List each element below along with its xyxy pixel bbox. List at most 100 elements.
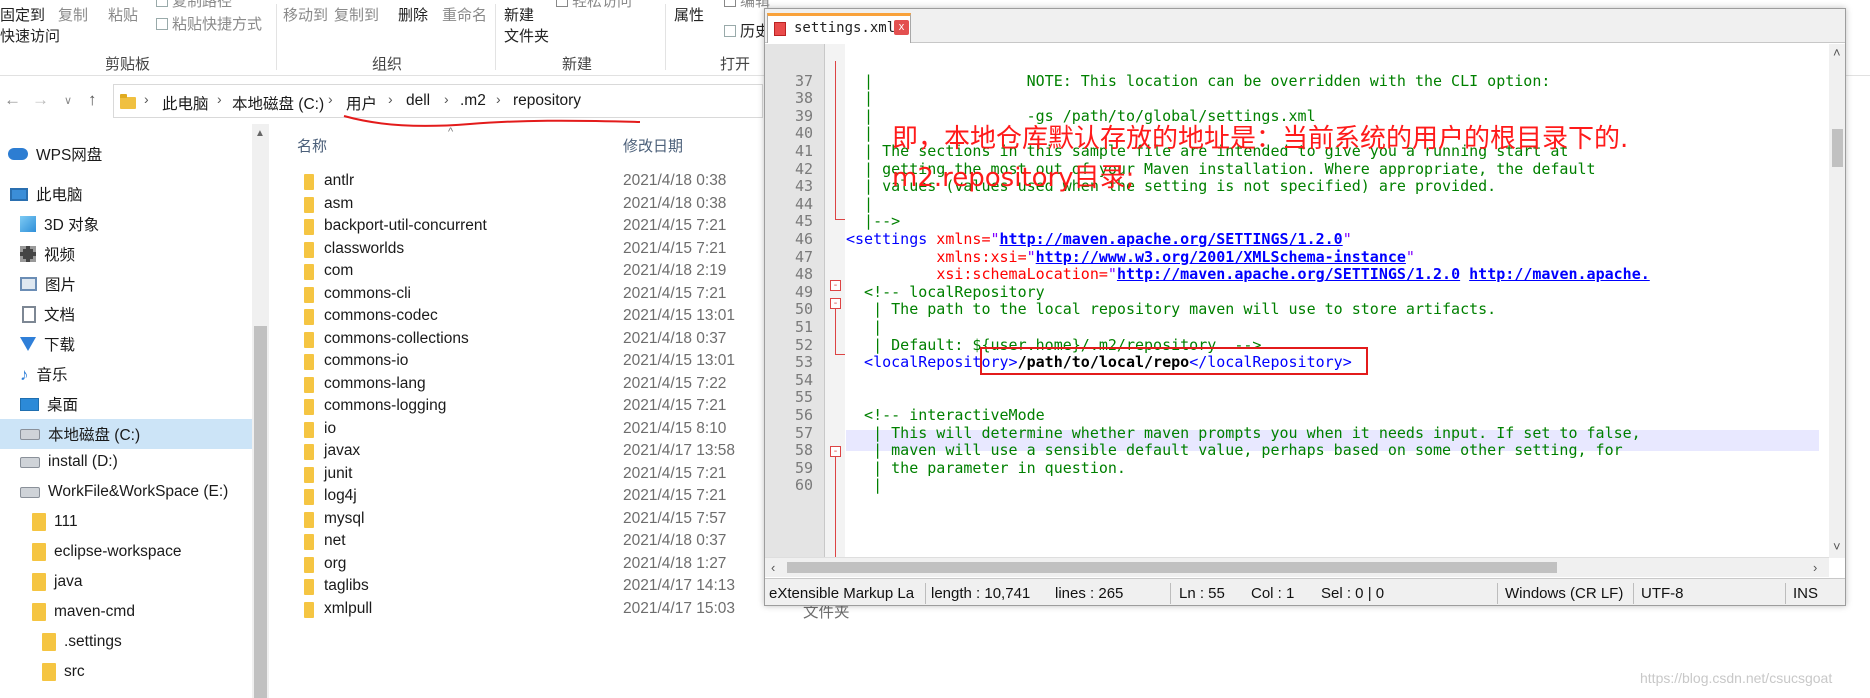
xml-url-link[interactable]: http://www.w3.org/2001/XMLSchema-instanc… — [1036, 248, 1406, 266]
file-name: net — [324, 532, 346, 549]
nav-item-eclipse-workspace[interactable]: eclipse-workspace — [32, 543, 182, 561]
properties-button[interactable]: 属性 — [674, 4, 704, 25]
nav-item-drive-e[interactable]: WorkFile&WorkSpace (E:) — [20, 483, 228, 501]
editor-horizontal-scroll-thumb[interactable] — [787, 562, 1557, 573]
easy-access-button[interactable]: 轻松访问 — [556, 0, 632, 11]
file-row[interactable]: log4j 2021/4/15 7:21 — [300, 485, 770, 509]
file-row[interactable]: javax 2021/4/17 13:58 — [300, 440, 770, 464]
rename-button[interactable]: 重命名 — [442, 4, 487, 25]
fold-toggle-icon[interactable]: - — [830, 298, 841, 309]
scroll-up-icon[interactable]: ˄ — [1833, 45, 1841, 60]
file-row[interactable]: xmlpull 2021/4/17 15:03 文件夹 — [300, 598, 850, 622]
copy-button[interactable]: 复制 — [58, 4, 88, 25]
file-row[interactable]: antlr 2021/4/18 0:38 — [300, 170, 770, 194]
nav-item-src[interactable]: src — [42, 663, 85, 681]
nav-item-drive-d[interactable]: install (D:) — [20, 453, 118, 471]
back-arrow-icon[interactable]: ← — [4, 90, 21, 110]
nav-item-maven-cmd[interactable]: maven-cmd — [32, 603, 135, 621]
chevron-right-icon: › — [388, 91, 393, 107]
up-arrow-icon[interactable]: ↑ — [88, 90, 97, 110]
nav-item-downloads[interactable]: 下载 — [20, 333, 75, 355]
file-row[interactable]: io 2021/4/15 8:10 — [300, 418, 770, 442]
file-row[interactable]: taglibs2021/4/17 14:13文件夹 — [300, 575, 850, 599]
watermark: https://blog.csdn.net/csucsgoat — [1640, 670, 1833, 686]
breadcrumb-this-pc[interactable]: 此电脑 — [162, 92, 209, 114]
column-header-date[interactable]: 修改日期 — [623, 135, 683, 156]
file-row[interactable]: org2021/4/18 1:27文件夹 — [300, 553, 850, 577]
xml-url-link[interactable]: http://maven.apache.org/SETTINGS/1.2.0 — [1000, 230, 1343, 248]
status-eol[interactable]: Windows (CR LF) — [1505, 585, 1623, 602]
forward-arrow-icon[interactable]: → — [32, 90, 49, 110]
breadcrumb-dell[interactable]: dell — [406, 92, 430, 110]
file-row[interactable]: commons-logging 2021/4/15 7:21 — [300, 395, 770, 419]
file-date: 2021/4/18 0:38 — [623, 172, 727, 189]
scroll-left-icon[interactable]: ‹ — [771, 560, 775, 575]
close-icon[interactable]: x — [894, 20, 909, 35]
nav-item-this-pc[interactable]: 此电脑 — [10, 183, 83, 205]
code-line: | the parameter in question. — [846, 459, 1845, 477]
file-date: 2021/4/15 13:01 — [623, 352, 736, 369]
file-row[interactable]: backport-util-concurrent 2021/4/15 7:21 — [300, 215, 770, 239]
status-insert-mode[interactable]: INS — [1793, 585, 1818, 602]
history-icon — [724, 25, 736, 37]
file-row[interactable]: classworlds 2021/4/15 7:21 — [300, 238, 770, 262]
editor-vertical-scrollbar[interactable] — [1829, 44, 1845, 558]
breadcrumb-drive-c[interactable]: 本地磁盘 (C:) — [232, 92, 324, 114]
nav-item-settings-folder[interactable]: .settings — [42, 633, 122, 651]
status-lines: lines : 265 — [1055, 585, 1124, 602]
xml-url-link[interactable]: http://maven.apache. — [1469, 265, 1650, 283]
folder-icon — [32, 603, 46, 621]
file-row[interactable]: net2021/4/18 0:37文件夹 — [300, 530, 850, 554]
nav-item-drive-c[interactable]: 本地磁盘 (C:) — [0, 419, 252, 449]
nav-item-documents[interactable]: 文档 — [22, 303, 75, 325]
nav-item-wps-cloud[interactable]: WPS网盘 — [8, 143, 102, 165]
paste-shortcut-button[interactable]: 粘贴快捷方式 — [156, 13, 262, 34]
scroll-up-icon[interactable]: ▲ — [255, 128, 265, 139]
nav-item-folder-111[interactable]: 111 — [32, 513, 78, 531]
3d-objects-icon — [20, 216, 36, 232]
paste-button[interactable]: 粘贴 — [108, 4, 138, 25]
xml-url-link[interactable]: http://maven.apache.org/SETTINGS/1.2.0 — [1117, 265, 1460, 283]
file-row[interactable]: commons-cli 2021/4/15 7:21 — [300, 283, 770, 307]
file-date: 2021/4/18 1:27 — [623, 554, 727, 572]
tab-settings-xml[interactable]: settings.xml x — [767, 13, 911, 43]
editor-vertical-scroll-thumb[interactable] — [1832, 129, 1843, 167]
file-row[interactable]: commons-codec 2021/4/15 13:01 — [300, 305, 770, 329]
scroll-down-icon[interactable]: ˅ — [1833, 539, 1841, 554]
status-encoding[interactable]: UTF-8 — [1641, 585, 1684, 602]
folder-icon — [304, 399, 314, 415]
copy-to-button[interactable]: 复制到 — [334, 4, 379, 25]
new-folder-button[interactable]: 新建 文件夹 — [504, 4, 549, 46]
fold-toggle-icon[interactable]: - — [830, 280, 841, 291]
column-header-name[interactable]: 名称 — [297, 135, 327, 156]
file-row[interactable]: commons-lang 2021/4/15 7:22 — [300, 373, 770, 397]
file-name: commons-codec — [324, 307, 438, 324]
move-to-button[interactable]: 移动到 — [283, 4, 328, 25]
recent-chevron-icon[interactable]: ∨ — [64, 94, 72, 107]
fold-toggle-icon[interactable]: - — [830, 446, 841, 457]
breadcrumb-repository[interactable]: repository — [513, 92, 581, 110]
nav-item-3d-objects[interactable]: 3D 对象 — [20, 213, 99, 235]
file-row[interactable]: mysql 2021/4/15 7:57 — [300, 508, 770, 532]
nav-pane-scroll-thumb[interactable] — [254, 326, 267, 698]
easy-access-checkbox[interactable] — [556, 0, 568, 7]
file-row[interactable]: commons-collections 2021/4/18 0:37 — [300, 328, 770, 352]
file-row[interactable]: asm 2021/4/18 0:38 — [300, 193, 770, 217]
nav-item-java[interactable]: java — [32, 573, 82, 591]
paste-shortcut-icon — [156, 18, 168, 30]
folder-icon — [304, 376, 314, 393]
nav-item-pictures[interactable]: 图片 — [20, 273, 76, 295]
xml-attr: xsi:schemaLocation= — [936, 265, 1108, 284]
file-row[interactable]: commons-io 2021/4/15 13:01 — [300, 350, 770, 374]
nav-item-desktop[interactable]: 桌面 — [20, 393, 78, 415]
file-row[interactable]: junit 2021/4/15 7:21 — [300, 463, 770, 487]
file-row[interactable]: com 2021/4/18 2:19 — [300, 260, 770, 284]
nav-item-videos[interactable]: 视频 — [20, 243, 75, 265]
nav-item-music[interactable]: ♪ 音乐 — [20, 363, 68, 385]
scroll-right-icon[interactable]: › — [1813, 560, 1817, 575]
copy-path-button[interactable]: 复制路径 — [156, 0, 232, 11]
pin-quick-access-button[interactable]: 固定到 快速访问 — [0, 4, 60, 46]
sort-ascending-icon: ^ — [448, 126, 454, 138]
delete-button[interactable]: 删除 — [398, 4, 428, 25]
breadcrumb-m2[interactable]: .m2 — [460, 92, 486, 110]
